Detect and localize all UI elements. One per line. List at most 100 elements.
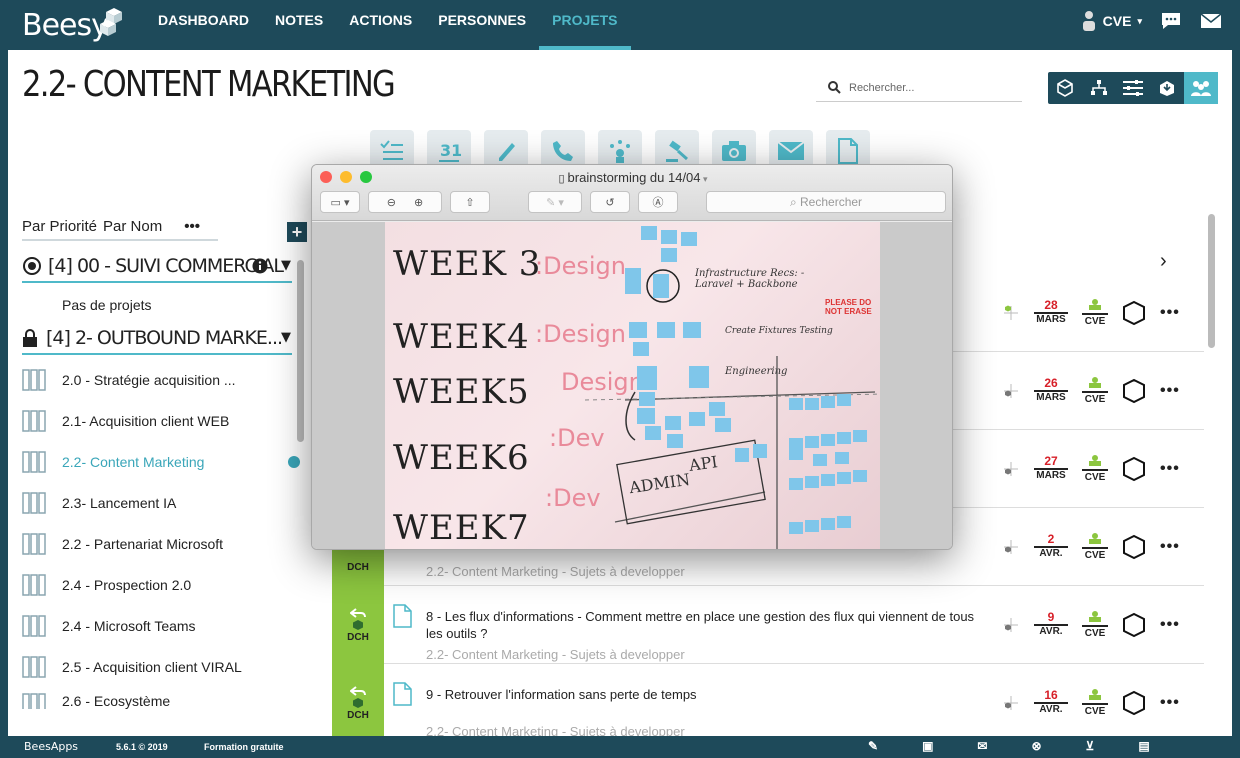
row-title[interactable]: 9 - Retrouver l'information sans perte d… bbox=[426, 686, 986, 703]
more-options-icon[interactable]: ••• bbox=[1160, 304, 1180, 322]
project-item[interactable]: 2.3- Lancement IA bbox=[22, 482, 292, 523]
rotate-button[interactable]: ↺ bbox=[590, 191, 630, 213]
sort-by-name-tab[interactable]: Par Nom bbox=[103, 218, 162, 235]
priority-icon[interactable] bbox=[1002, 616, 1020, 634]
project-item[interactable]: 2.5 - Acquisition client VIRAL bbox=[22, 646, 292, 687]
add-project-button[interactable]: + bbox=[287, 222, 307, 242]
more-icon[interactable]: ••• bbox=[184, 218, 200, 235]
chevron-down-icon[interactable]: ▼ bbox=[281, 258, 291, 273]
row-meta: 9 AVR. CVE ••• bbox=[1002, 610, 1180, 639]
search-input[interactable]: Rechercher... bbox=[849, 82, 914, 94]
zoom-controls[interactable]: ⊖ ⊕ bbox=[368, 191, 442, 213]
priority-icon[interactable] bbox=[1002, 304, 1020, 322]
status-hexagon-icon[interactable] bbox=[1122, 300, 1146, 326]
priority-icon[interactable] bbox=[1002, 694, 1020, 712]
tools-icon[interactable]: ✎ bbox=[868, 739, 878, 753]
list-row[interactable]: DCH 8 - Les flux d'informations - Commen… bbox=[332, 586, 1204, 664]
cart-icon[interactable]: ⊻ bbox=[1086, 739, 1095, 753]
due-date[interactable]: 27 MARS bbox=[1034, 455, 1068, 482]
status-hexagon-icon[interactable] bbox=[1122, 690, 1146, 716]
project-item[interactable]: 2.4 - Microsoft Teams bbox=[22, 605, 292, 646]
project-item[interactable]: 2.2 - Partenariat Microsoft bbox=[22, 523, 292, 564]
window-titlebar[interactable]: ▯ brainstorming du 14/04 ▾ ▭ ▾ ⊖ ⊕ ⇧ ✎ ▾ … bbox=[312, 165, 952, 221]
priority-icon[interactable] bbox=[1002, 460, 1020, 478]
owner[interactable]: CVE bbox=[1082, 688, 1108, 717]
support-icon[interactable]: ⊗ bbox=[1031, 739, 1041, 753]
hierarchy-view-button[interactable] bbox=[1082, 72, 1116, 104]
preview-search-field[interactable]: ⌕ Rechercher bbox=[706, 191, 946, 213]
row-meta: 2 AVR. CVE ••• bbox=[1002, 532, 1180, 561]
nav-notes[interactable]: NOTES bbox=[262, 0, 336, 50]
status-hexagon-icon[interactable] bbox=[1122, 378, 1146, 404]
project-item[interactable]: 2.4 - Prospection 2.0 bbox=[22, 564, 292, 605]
sort-by-priority-tab[interactable]: Par Priorité bbox=[22, 218, 97, 235]
due-date[interactable]: 9 AVR. bbox=[1034, 611, 1068, 638]
project-item[interactable]: 2.0 - Stratégie acquisition ... bbox=[22, 359, 292, 400]
projects-view-button[interactable] bbox=[1048, 72, 1082, 104]
markup-button[interactable]: ✎ ▾ bbox=[528, 191, 582, 213]
assignee-tag[interactable]: DCH bbox=[332, 586, 384, 664]
row-title[interactable]: 8 - Les flux d'informations - Comment me… bbox=[426, 608, 986, 642]
assignee-tag[interactable]: DCH bbox=[332, 664, 384, 742]
sidebar-toggle-button[interactable]: ▭ ▾ bbox=[320, 191, 360, 213]
user-area: CVE ▾ bbox=[1081, 10, 1222, 32]
status-hexagon-icon[interactable] bbox=[1122, 612, 1146, 638]
row-subtitle: 2.2- Content Marketing - Sujets à develo… bbox=[426, 564, 685, 579]
info-icon[interactable] bbox=[252, 258, 268, 274]
export-button[interactable] bbox=[1150, 72, 1184, 104]
chevron-right-icon[interactable]: › bbox=[1160, 250, 1167, 273]
app-logo[interactable]: Beesy bbox=[22, 8, 109, 43]
project-item-active[interactable]: 2.2- Content Marketing bbox=[22, 441, 300, 482]
zoom-out-icon[interactable]: ⊖ bbox=[387, 196, 396, 209]
group-suivi-commercial[interactable]: [4] 00 - SUIVI COMMERCIAL ▼ bbox=[22, 255, 292, 283]
priority-icon[interactable] bbox=[1002, 538, 1020, 556]
footer-brand[interactable]: BeesApps bbox=[24, 740, 78, 753]
search-box[interactable]: Rechercher... bbox=[816, 74, 1022, 102]
mail-icon[interactable]: ✉ bbox=[977, 739, 987, 753]
list-row[interactable]: DCH 9 - Retrouver l'information sans per… bbox=[332, 664, 1204, 742]
svg-text:31: 31 bbox=[440, 141, 461, 160]
more-options-icon[interactable]: ••• bbox=[1160, 382, 1180, 400]
box-icon bbox=[1057, 79, 1073, 97]
due-date[interactable]: 28 MARS bbox=[1034, 299, 1068, 326]
envelope-icon bbox=[777, 141, 805, 160]
team-icon bbox=[1191, 81, 1211, 96]
zoom-in-icon[interactable]: ⊕ bbox=[414, 196, 423, 209]
filters-button[interactable] bbox=[1116, 72, 1150, 104]
chat-icon[interactable] bbox=[1160, 11, 1182, 31]
owner[interactable]: CVE bbox=[1082, 610, 1108, 639]
group-outbound-marketing[interactable]: [4] 2- OUTBOUND MARKE... ▼ bbox=[22, 327, 292, 355]
priority-icon[interactable] bbox=[1002, 382, 1020, 400]
status-hexagon-icon[interactable] bbox=[1122, 456, 1146, 482]
nav-dashboard[interactable]: DASHBOARD bbox=[145, 0, 262, 50]
due-date[interactable]: 2 AVR. bbox=[1034, 533, 1068, 560]
briefcase-icon[interactable]: ▣ bbox=[922, 739, 933, 753]
nav-projets[interactable]: PROJETS bbox=[539, 0, 631, 50]
more-options-icon[interactable]: ••• bbox=[1160, 538, 1180, 556]
project-item[interactable]: 2.1- Acquisition client WEB bbox=[22, 400, 292, 441]
user-menu[interactable]: CVE ▾ bbox=[1081, 10, 1142, 32]
more-options-icon[interactable]: ••• bbox=[1160, 616, 1180, 634]
owner[interactable]: CVE bbox=[1082, 532, 1108, 561]
more-options-icon[interactable]: ••• bbox=[1160, 460, 1180, 478]
list-scrollbar[interactable] bbox=[1208, 214, 1215, 348]
mail-icon[interactable] bbox=[1200, 12, 1222, 30]
annotate-button[interactable]: Ⓐ bbox=[638, 191, 678, 213]
owner[interactable]: CVE bbox=[1082, 454, 1108, 483]
footer-training-link[interactable]: Formation gratuite bbox=[204, 742, 284, 752]
team-view-button[interactable] bbox=[1184, 72, 1218, 104]
nav-actions[interactable]: ACTIONS bbox=[336, 0, 425, 50]
project-item[interactable]: 2.6 - Ecosystème bbox=[22, 687, 292, 709]
owner[interactable]: CVE bbox=[1082, 376, 1108, 405]
due-date[interactable]: 26 MARS bbox=[1034, 377, 1068, 404]
chevron-down-icon[interactable]: ▼ bbox=[281, 330, 291, 345]
due-day: 2 bbox=[1034, 533, 1068, 548]
share-button[interactable]: ⇧ bbox=[450, 191, 490, 213]
more-options-icon[interactable]: ••• bbox=[1160, 694, 1180, 712]
due-date[interactable]: 16 AVR. bbox=[1034, 689, 1068, 716]
sidebar-scrollbar[interactable] bbox=[297, 260, 304, 442]
owner[interactable]: CVE bbox=[1082, 298, 1108, 327]
status-hexagon-icon[interactable] bbox=[1122, 534, 1146, 560]
nav-personnes[interactable]: PERSONNES bbox=[425, 0, 539, 50]
keyboard-icon[interactable]: ▤ bbox=[1138, 739, 1149, 753]
